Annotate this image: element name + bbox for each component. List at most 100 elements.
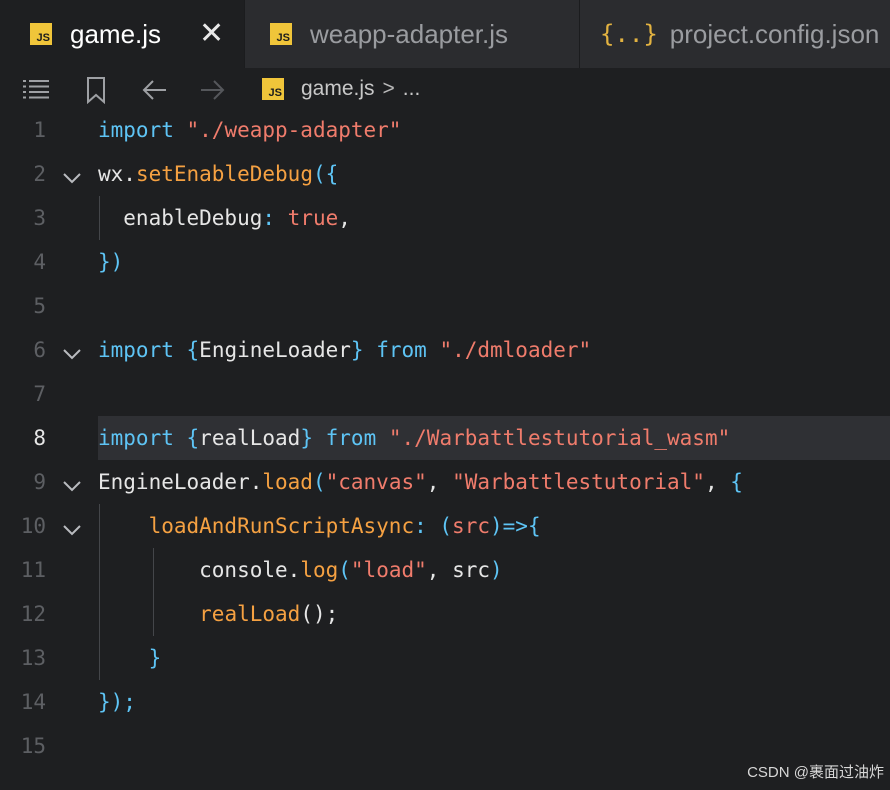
line-number: 11 bbox=[20, 558, 46, 582]
code-line[interactable]: 10 loadAndRunScriptAsync: (src)=>{ bbox=[0, 504, 890, 548]
tab-game-js[interactable]: JS game.js ✕ bbox=[0, 0, 245, 68]
code-token: enableDebug bbox=[98, 206, 263, 230]
code-token: . bbox=[287, 558, 301, 582]
fold-chevron-icon[interactable] bbox=[62, 474, 82, 492]
code-token: . bbox=[249, 470, 263, 494]
code-token: from bbox=[376, 338, 427, 362]
code-token: (); bbox=[300, 602, 339, 626]
code-text: }) bbox=[98, 250, 123, 274]
fold-chevron-icon[interactable] bbox=[62, 518, 82, 536]
code-token: } bbox=[300, 426, 313, 450]
code-token: load bbox=[262, 470, 313, 494]
code-line[interactable]: 8 import {realLoad} from "./Warbattlestut… bbox=[0, 416, 890, 460]
code-text: realLoad(); bbox=[98, 602, 338, 626]
json-file-icon: {..} bbox=[600, 20, 658, 48]
line-number: 5 bbox=[33, 294, 46, 318]
js-file-icon: JS bbox=[30, 23, 52, 45]
code-line[interactable]: 4}) bbox=[0, 240, 890, 284]
code-text: EngineLoader.load("canvas", "Warbattlest… bbox=[98, 470, 743, 494]
code-token: "./Warbattlestutorial_wasm" bbox=[388, 426, 731, 450]
code-token: "./dmloader" bbox=[439, 338, 592, 362]
watermark: CSDN @裹面过油炸 bbox=[747, 764, 884, 781]
breadcrumb[interactable]: JS game.js > ... bbox=[262, 77, 420, 101]
close-icon[interactable]: ✕ bbox=[199, 19, 224, 49]
code-token: wx bbox=[98, 162, 124, 186]
code-line[interactable]: 1 import "./weapp-adapter" bbox=[0, 108, 890, 152]
code-text: import {realLoad} from "./Warbattlestuto… bbox=[98, 426, 730, 450]
code-token: }); bbox=[98, 690, 136, 714]
code-token: { bbox=[186, 426, 200, 450]
list-icon[interactable] bbox=[21, 76, 51, 104]
code-line[interactable]: 7 bbox=[0, 372, 890, 416]
code-token: } bbox=[148, 646, 162, 670]
arrow-right-icon[interactable] bbox=[197, 76, 227, 104]
code-line[interactable]: 9 EngineLoader.load("canvas", "Warbattles… bbox=[0, 460, 890, 504]
code-line[interactable]: 13 } bbox=[0, 636, 890, 680]
tab-label: weapp-adapter.js bbox=[310, 19, 509, 49]
code-token: , bbox=[426, 470, 453, 494]
code-token: ( bbox=[338, 558, 351, 582]
code-token: true bbox=[287, 206, 339, 230]
code-token: "Warbattlestutorial" bbox=[452, 470, 705, 494]
code-token: log bbox=[300, 558, 339, 582]
line-number: 14 bbox=[20, 690, 46, 714]
code-token: src bbox=[452, 514, 490, 538]
js-file-icon: JS bbox=[270, 23, 292, 45]
breadcrumb-more[interactable]: ... bbox=[403, 77, 421, 101]
tab-weapp-adapter-js[interactable]: JS weapp-adapter.js bbox=[245, 0, 580, 68]
code-token: } bbox=[350, 338, 364, 362]
code-line[interactable]: 5 bbox=[0, 284, 890, 328]
tab-bar: JS game.js ✕ JS weapp-adapter.js {..} pr… bbox=[0, 0, 890, 68]
fold-chevron-icon[interactable] bbox=[62, 342, 82, 360]
code-token: { bbox=[730, 470, 743, 494]
code-token: ({ bbox=[312, 162, 339, 186]
line-number: 15 bbox=[20, 734, 46, 758]
line-number: 4 bbox=[33, 250, 46, 274]
arrow-left-icon[interactable] bbox=[140, 76, 170, 104]
code-token: import bbox=[98, 338, 174, 362]
code-token: , bbox=[426, 558, 453, 582]
fold-chevron-icon[interactable] bbox=[62, 166, 82, 184]
code-line[interactable]: 2 wx.setEnableDebug({ bbox=[0, 152, 890, 196]
bookmark-icon[interactable] bbox=[82, 76, 112, 105]
code-text: enableDebug: true, bbox=[98, 206, 351, 230]
line-number: 6 bbox=[33, 338, 46, 362]
code-token: { bbox=[186, 338, 200, 362]
line-number: 9 bbox=[33, 470, 46, 494]
line-number: 12 bbox=[20, 602, 46, 626]
code-token: console bbox=[98, 558, 288, 582]
code-token: "./weapp-adapter" bbox=[186, 118, 402, 142]
line-number: 7 bbox=[33, 382, 46, 406]
code-line[interactable]: 12 realLoad(); bbox=[0, 592, 890, 636]
line-number: 2 bbox=[33, 162, 46, 186]
code-token: : bbox=[262, 206, 288, 230]
code-token: realLoad bbox=[199, 426, 301, 450]
line-number: 10 bbox=[20, 514, 46, 538]
code-line[interactable]: 11 console.log("load", src) bbox=[0, 548, 890, 592]
code-token: EngineLoader bbox=[199, 338, 351, 362]
code-token: { bbox=[527, 514, 541, 538]
tab-project-config-json[interactable]: {..} project.config.json bbox=[580, 0, 890, 68]
code-line[interactable]: 3 enableDebug: true, bbox=[0, 196, 890, 240]
code-token: ) bbox=[489, 514, 503, 538]
code-token: : bbox=[414, 514, 440, 538]
code-token: , bbox=[338, 206, 351, 230]
code-token: src bbox=[452, 558, 490, 582]
line-number: 8 bbox=[33, 426, 46, 450]
code-token: realLoad bbox=[199, 602, 301, 626]
breadcrumb-file[interactable]: game.js bbox=[301, 77, 375, 101]
js-file-icon: JS bbox=[262, 78, 284, 100]
code-line[interactable]: 6 import {EngineLoader} from "./dmloader" bbox=[0, 328, 890, 372]
line-number: 13 bbox=[20, 646, 46, 670]
code-text: console.log("load", src) bbox=[98, 558, 503, 582]
code-token: EngineLoader bbox=[98, 470, 250, 494]
code-text: loadAndRunScriptAsync: (src)=>{ bbox=[98, 514, 541, 538]
code-line[interactable]: 14}); bbox=[0, 680, 890, 724]
